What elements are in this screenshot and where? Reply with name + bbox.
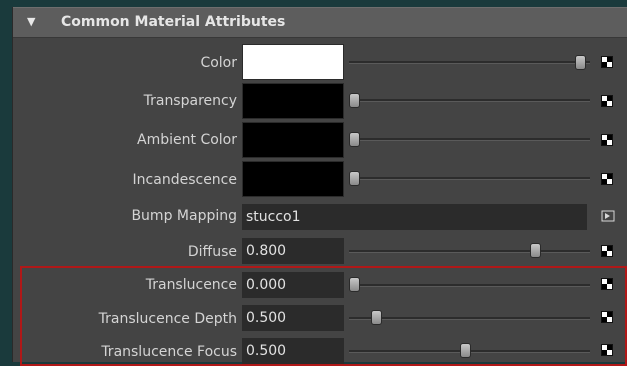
incandescence-label: Incandescence	[132, 172, 237, 188]
transparency-label: Transparency	[143, 93, 237, 109]
checker-map-icon[interactable]	[601, 56, 613, 68]
translucence-depth-field[interactable]: 0.500	[242, 305, 344, 331]
incandescence-slider-handle[interactable]	[349, 171, 360, 186]
section-title: Common Material Attributes	[61, 14, 286, 30]
input-connection-icon[interactable]	[601, 210, 615, 222]
ambient-color-swatch[interactable]	[242, 122, 344, 158]
checker-map-icon[interactable]	[601, 95, 613, 107]
ambient-color-label: Ambient Color	[137, 132, 237, 148]
input-connection-icon-graphic	[601, 210, 615, 222]
bump-mapping-field[interactable]: stucco1	[242, 204, 587, 230]
checker-map-icon[interactable]	[601, 311, 613, 323]
translucence-slider-handle[interactable]	[349, 277, 360, 292]
translucence-depth-slider-handle[interactable]	[371, 310, 382, 325]
checker-map-icon[interactable]	[601, 245, 613, 257]
color-slider-handle[interactable]	[575, 55, 586, 70]
transparency-swatch[interactable]	[242, 83, 344, 119]
diffuse-label: Diffuse	[187, 244, 237, 260]
color-label: Color	[200, 55, 237, 71]
color-slider-track[interactable]	[349, 61, 590, 64]
ambient-color-slider-track[interactable]	[349, 138, 590, 141]
incandescence-slider-track[interactable]	[349, 177, 590, 180]
checker-map-icon[interactable]	[601, 134, 613, 146]
translucence-depth-label: Translucence Depth	[98, 311, 237, 327]
incandescence-swatch[interactable]	[242, 161, 344, 197]
translucence-label: Translucence	[145, 277, 237, 293]
checker-map-icon[interactable]	[601, 173, 613, 185]
translucence-focus-field[interactable]: 0.500	[242, 338, 344, 364]
translucence-focus-slider-handle[interactable]	[460, 343, 471, 358]
transparency-slider-track[interactable]	[349, 99, 590, 102]
ambient-color-slider-handle[interactable]	[349, 132, 360, 147]
bump-mapping-label: Bump Mapping	[131, 208, 237, 224]
checker-map-icon[interactable]	[601, 344, 613, 356]
diffuse-field[interactable]: 0.800	[242, 238, 344, 264]
section-header[interactable]: ▼ Common Material Attributes	[13, 7, 627, 38]
attribute-editor-panel: ▼ Common Material Attributes Color Trans…	[12, 7, 627, 364]
translucence-depth-slider-track[interactable]	[349, 317, 590, 320]
triangle-down-icon[interactable]: ▼	[27, 16, 35, 28]
checker-map-icon[interactable]	[601, 278, 613, 290]
translucence-focus-label: Translucence Focus	[101, 344, 237, 360]
translucence-slider-track[interactable]	[349, 284, 590, 287]
translucence-field[interactable]: 0.000	[242, 272, 344, 298]
color-swatch[interactable]	[242, 44, 344, 80]
diffuse-slider-track[interactable]	[349, 250, 590, 253]
diffuse-slider-handle[interactable]	[530, 243, 541, 258]
transparency-slider-handle[interactable]	[349, 93, 360, 108]
